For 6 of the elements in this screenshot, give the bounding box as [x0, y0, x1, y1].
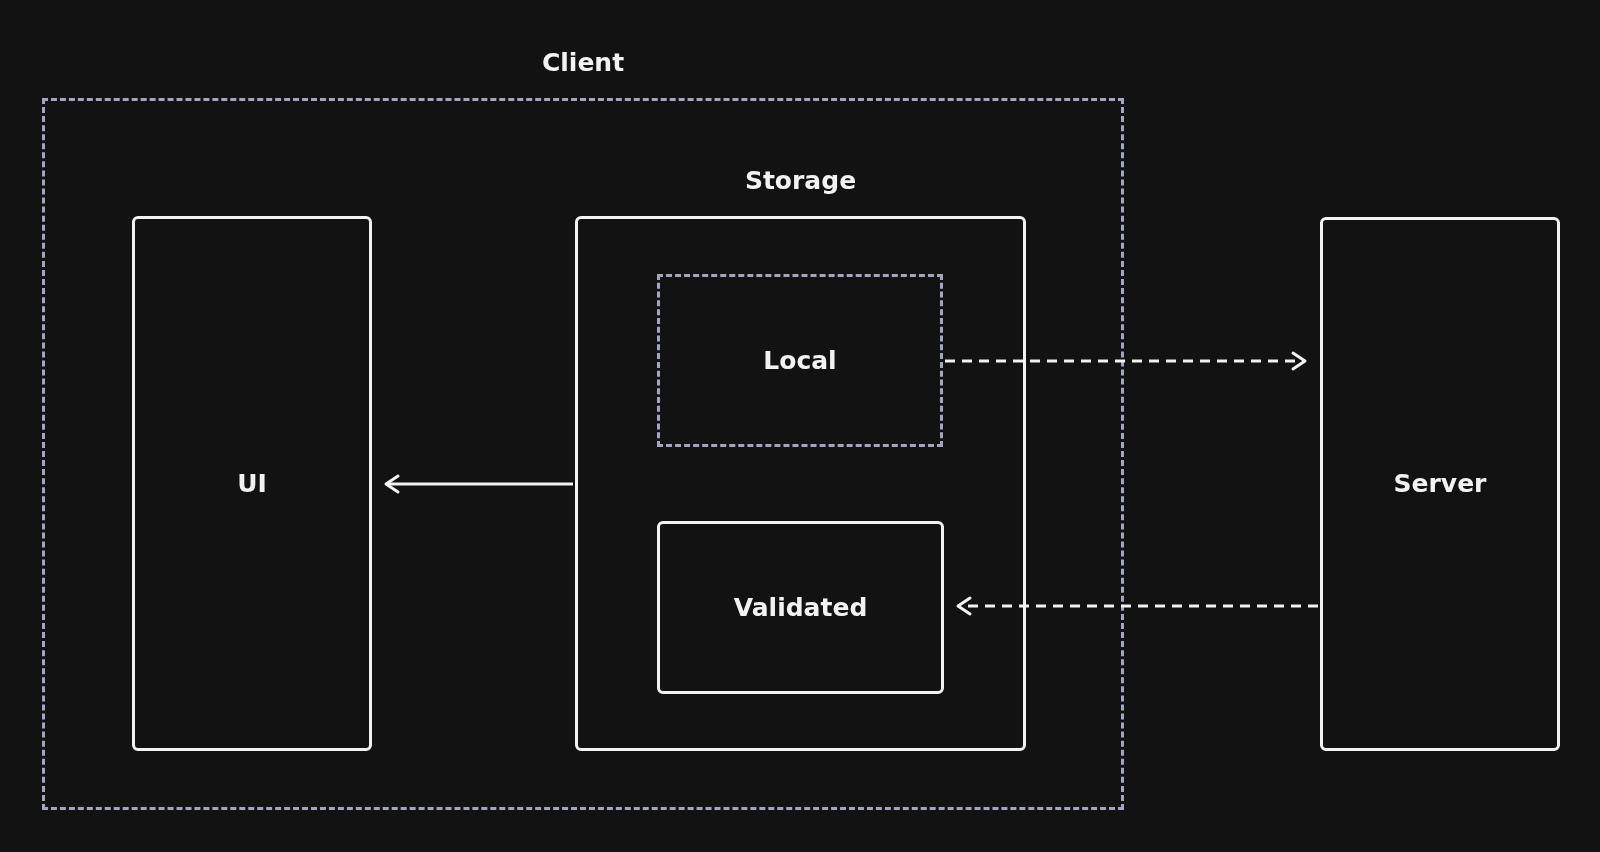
- node-label: Local: [763, 345, 837, 376]
- node-label: Client: [541, 48, 625, 78]
- node-label: UI: [237, 468, 267, 499]
- node-label: Server: [1393, 469, 1487, 499]
- node-label: Storage: [744, 166, 857, 196]
- node-label: Validated: [733, 592, 868, 623]
